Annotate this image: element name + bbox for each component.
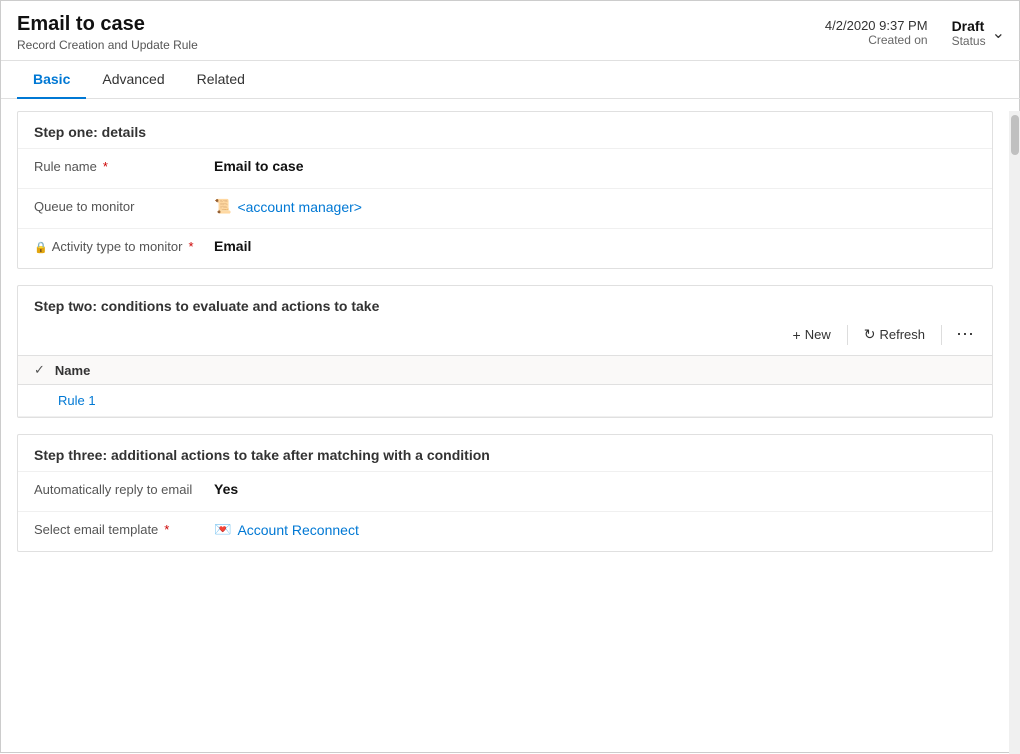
- status-label: Status: [952, 34, 986, 48]
- step-two-toolbar: + New ↻ Refresh ⋯: [18, 314, 992, 355]
- grid-row-rule1[interactable]: Rule 1: [58, 393, 96, 408]
- refresh-icon: ↻: [864, 326, 876, 343]
- tabs-bar: Basic Advanced Related: [1, 61, 1020, 99]
- queue-monitor-value[interactable]: 📜 <account manager>: [214, 197, 976, 215]
- step-three-title: Step three: additional actions to take a…: [18, 435, 992, 471]
- more-options-button[interactable]: ⋯: [950, 322, 980, 347]
- grid-row: Rule 1: [18, 385, 992, 417]
- toolbar-separator: [847, 325, 848, 345]
- main-content: Step one: details Rule name * Email to c…: [1, 99, 1009, 742]
- header-left: Email to case Record Creation and Update…: [17, 13, 198, 52]
- activity-type-required: *: [188, 239, 193, 254]
- header: Email to case Record Creation and Update…: [1, 1, 1020, 61]
- tab-advanced[interactable]: Advanced: [86, 61, 180, 99]
- status-chevron-icon[interactable]: ⌄: [992, 23, 1005, 43]
- activity-type-label: 🔒 Activity type to monitor *: [34, 237, 214, 254]
- new-button[interactable]: + New: [785, 323, 839, 347]
- auto-reply-value: Yes: [214, 480, 976, 497]
- email-template-label: Select email template *: [34, 520, 214, 537]
- template-icon: 💌: [214, 521, 231, 538]
- step-two-title: Step two: conditions to evaluate and act…: [34, 298, 976, 314]
- plus-icon: +: [793, 327, 801, 343]
- field-email-template: Select email template * 💌 Account Reconn…: [18, 511, 992, 551]
- grid-header: ✓ Name: [18, 355, 992, 385]
- header-date: 4/2/2020 9:37 PM: [825, 18, 928, 33]
- tab-related[interactable]: Related: [181, 61, 261, 99]
- field-activity-type: 🔒 Activity type to monitor * Email: [18, 228, 992, 268]
- grid-col-name: Name: [55, 363, 976, 378]
- grid-check-icon: ✓: [34, 362, 45, 378]
- step-one-title: Step one: details: [18, 112, 992, 148]
- page-subtitle: Record Creation and Update Rule: [17, 38, 198, 52]
- step-two-header: Step two: conditions to evaluate and act…: [18, 286, 992, 314]
- rule-name-label: Rule name *: [34, 157, 214, 174]
- scrollbar[interactable]: [1009, 111, 1020, 754]
- scrollbar-thumb[interactable]: [1011, 115, 1019, 155]
- field-queue-monitor: Queue to monitor 📜 <account manager>: [18, 188, 992, 228]
- header-right: 4/2/2020 9:37 PM Created on Draft Status…: [825, 18, 1005, 48]
- email-template-required: *: [164, 522, 169, 537]
- lock-icon: 🔒: [34, 241, 48, 254]
- refresh-button[interactable]: ↻ Refresh: [856, 322, 933, 347]
- field-auto-reply: Automatically reply to email Yes: [18, 471, 992, 511]
- auto-reply-label: Automatically reply to email: [34, 480, 214, 497]
- email-template-value[interactable]: 💌 Account Reconnect: [214, 520, 976, 538]
- page-title: Email to case: [17, 13, 198, 36]
- header-created-label: Created on: [825, 33, 928, 47]
- step-two-section: Step two: conditions to evaluate and act…: [17, 285, 993, 418]
- toolbar-separator-2: [941, 325, 942, 345]
- status-value: Draft: [952, 18, 986, 34]
- rule-name-required: *: [103, 159, 108, 174]
- status-block: Draft Status ⌄: [952, 18, 1005, 48]
- field-rule-name: Rule name * Email to case: [18, 148, 992, 188]
- step-three-section: Step three: additional actions to take a…: [17, 434, 993, 552]
- header-meta: 4/2/2020 9:37 PM Created on: [825, 18, 928, 47]
- tab-basic[interactable]: Basic: [17, 61, 86, 99]
- activity-type-value: Email: [214, 237, 976, 254]
- step-one-section: Step one: details Rule name * Email to c…: [17, 111, 993, 269]
- queue-icon: 📜: [214, 198, 231, 215]
- queue-monitor-label: Queue to monitor: [34, 197, 214, 214]
- rule-name-value: Email to case: [214, 157, 976, 174]
